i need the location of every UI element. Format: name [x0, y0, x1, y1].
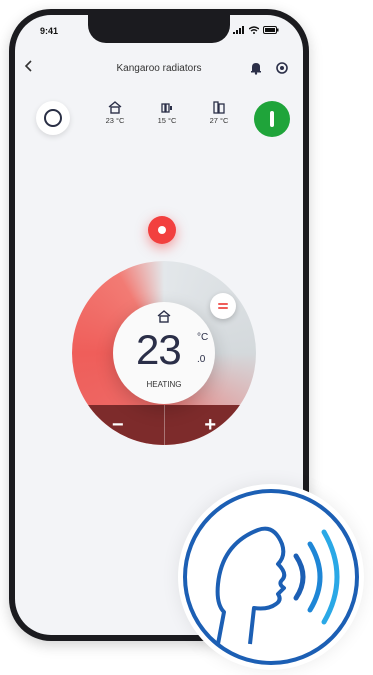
top-bar: Kangaroo radiators	[15, 59, 303, 83]
decrease-button[interactable]: −	[72, 405, 164, 445]
zone-temp-label: 27 °C	[209, 116, 229, 125]
handle-grip-line	[218, 307, 228, 309]
temperature-unit: °C	[197, 332, 209, 343]
zone-home[interactable]: 23 °C	[97, 101, 133, 125]
temperature-decimal: .0	[197, 354, 206, 365]
house-icon	[108, 101, 122, 114]
bell-icon	[251, 63, 261, 75]
zone-radiator[interactable]: 15 °C	[149, 101, 185, 125]
voice-assistant-badge	[178, 484, 364, 670]
power-toggle-button[interactable]	[254, 101, 290, 137]
zone-temp-label: 15 °C	[157, 116, 177, 125]
mode-ring-button[interactable]	[36, 101, 70, 135]
radiator-icon	[161, 103, 172, 113]
zone-temperatures: 23 °C 15 °C 27 °C	[97, 101, 237, 125]
settings-button[interactable]	[275, 61, 289, 80]
voice-speaking-head-icon	[183, 489, 359, 665]
wifi-icon	[249, 26, 259, 34]
phone-notch	[88, 15, 230, 43]
status-time: 9:41	[40, 26, 59, 36]
gear-icon	[276, 62, 288, 74]
current-temperature: 23	[136, 326, 182, 373]
dial-controls: − +	[72, 405, 256, 445]
status-icons	[233, 26, 279, 34]
active-indicator[interactable]	[148, 216, 176, 244]
battery-icon	[263, 26, 279, 34]
house-icon	[157, 310, 171, 323]
mode-label: HEATING	[146, 380, 182, 389]
thermostat-dial[interactable]: − + 23 °C .0 HEATING	[72, 261, 256, 445]
increase-button[interactable]: +	[165, 405, 257, 445]
dial-center: 23 °C .0 HEATING	[113, 302, 215, 404]
zone-building[interactable]: 27 °C	[201, 101, 237, 125]
notifications-button[interactable]	[249, 61, 263, 80]
zone-temp-label: 23 °C	[105, 116, 125, 125]
signal-icon	[233, 26, 244, 34]
dial-drag-handle[interactable]	[210, 293, 236, 319]
building-icon	[213, 101, 225, 114]
handle-grip-line	[218, 303, 228, 305]
